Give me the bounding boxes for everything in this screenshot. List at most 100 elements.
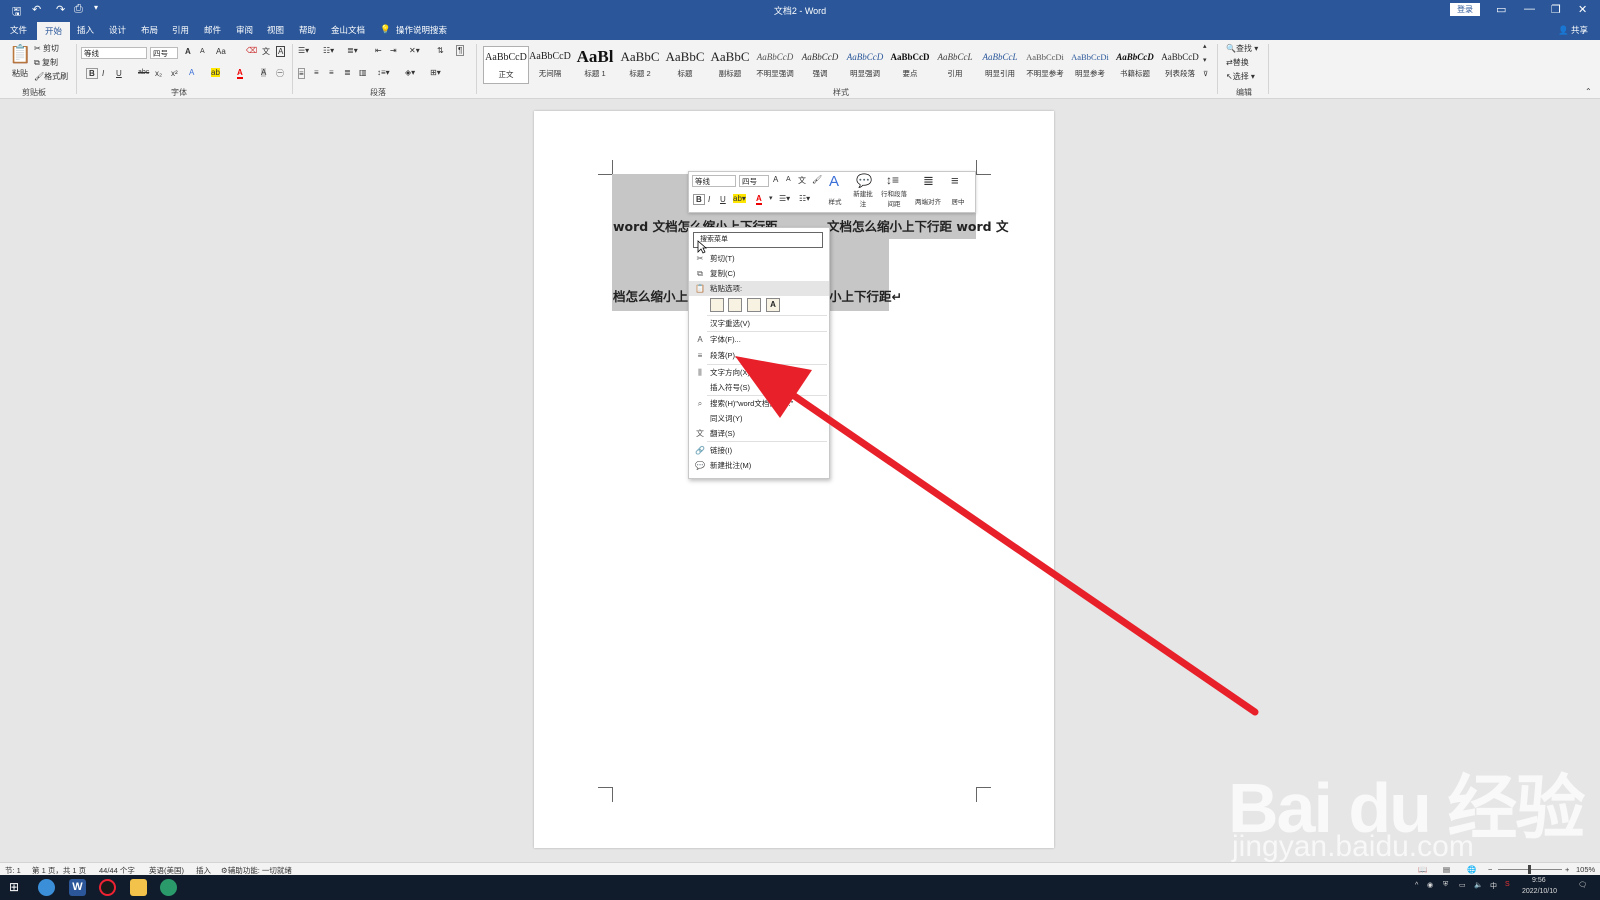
document-text-line[interactable]: 档怎么缩小上 bbox=[613, 286, 688, 305]
app-icon[interactable] bbox=[160, 879, 177, 896]
style-4[interactable]: AaBbC 标题 bbox=[663, 46, 707, 82]
tray-app-icon[interactable]: S bbox=[1505, 881, 1510, 888]
increase-indent-icon[interactable]: ⇥ bbox=[390, 46, 397, 55]
new-comment-icon[interactable]: 💬 bbox=[856, 173, 872, 189]
enclose-char-icon[interactable]: ㊀ bbox=[276, 68, 284, 79]
menu-item-font[interactable]: A 字体(F)... bbox=[689, 332, 829, 347]
show-marks-icon[interactable]: ¶ bbox=[456, 45, 465, 56]
screen-recorder-icon[interactable] bbox=[99, 879, 116, 896]
numbering-icon[interactable]: ☷▾ bbox=[323, 46, 334, 55]
mini-font-color-icon[interactable]: A bbox=[756, 194, 762, 205]
tab-review[interactable]: 审阅 bbox=[236, 24, 253, 36]
font-size-combo[interactable]: 四号 bbox=[150, 47, 178, 59]
menu-item-copy[interactable]: ⧉ 复制(C) bbox=[689, 266, 829, 281]
italic-button[interactable]: I bbox=[102, 69, 104, 78]
tab-file[interactable]: 文件 bbox=[10, 24, 27, 36]
zoom-level[interactable]: 105% bbox=[1576, 865, 1595, 874]
menu-item-reconvert[interactable]: 汉字重选(V) bbox=[689, 316, 829, 331]
word-app-icon[interactable]: W bbox=[69, 879, 86, 896]
style-9[interactable]: AaBbCcD 要点 bbox=[888, 46, 932, 82]
tab-help[interactable]: 帮助 bbox=[299, 24, 316, 36]
login-button[interactable]: 登录 bbox=[1450, 3, 1480, 16]
shrink-font-button[interactable]: A bbox=[200, 48, 205, 55]
zoom-slider-thumb[interactable] bbox=[1528, 865, 1531, 874]
menu-item-paragraph[interactable]: ≡ 段落(P)... bbox=[689, 348, 829, 363]
shading-icon[interactable]: ◈▾ bbox=[405, 68, 415, 77]
document-page[interactable]: word 文档怎么缩小上下行距 文档怎么缩小上下行距 word 文 档怎么缩小上… bbox=[534, 111, 1054, 848]
tab-layout[interactable]: 布局 bbox=[141, 24, 158, 36]
tab-view[interactable]: 视图 bbox=[267, 24, 284, 36]
tab-design[interactable]: 设计 bbox=[109, 24, 126, 36]
zoom-in-icon[interactable]: + bbox=[1565, 865, 1569, 874]
tab-mailings[interactable]: 邮件 bbox=[204, 24, 221, 36]
tab-kingsoft-docs[interactable]: 金山文档 bbox=[331, 24, 365, 36]
mini-underline-button[interactable]: U bbox=[720, 195, 726, 204]
style-11[interactable]: AaBbCcL 明显引用 bbox=[978, 46, 1022, 82]
style-14[interactable]: AaBbCcD 书籍标题 bbox=[1113, 46, 1157, 82]
paste-icon[interactable]: 📋 bbox=[9, 44, 31, 65]
justify-icon[interactable]: ≣ bbox=[923, 173, 934, 189]
phonetic-guide-icon[interactable]: 文 bbox=[262, 46, 270, 57]
mini-font-combo[interactable]: 等线 bbox=[692, 175, 736, 187]
copy-button[interactable]: ⧉ 复制 bbox=[34, 57, 58, 68]
print-layout-icon[interactable]: ▤ bbox=[1443, 865, 1450, 874]
distributed-icon[interactable]: ▥ bbox=[359, 68, 367, 77]
char-shading-icon[interactable]: A bbox=[261, 68, 267, 77]
text-effects-icon[interactable]: A bbox=[189, 68, 194, 77]
paste-merge-format-icon[interactable] bbox=[728, 298, 742, 312]
gallery-down-icon[interactable]: ▾ bbox=[1203, 56, 1207, 64]
tray-shield-icon[interactable]: ⛨ bbox=[1443, 881, 1448, 889]
gallery-up-icon[interactable]: ▴ bbox=[1203, 42, 1207, 50]
bullets-icon[interactable]: ☰▾ bbox=[298, 46, 309, 55]
change-case-button[interactable]: Aa bbox=[216, 47, 226, 56]
collapse-ribbon-icon[interactable]: ⌃ bbox=[1585, 87, 1592, 96]
style-13[interactable]: AaBbCcDi 明显参考 bbox=[1068, 46, 1112, 82]
mini-bullets-icon[interactable]: ☰▾ bbox=[779, 194, 790, 203]
align-center-icon[interactable]: ≡ bbox=[314, 68, 319, 77]
menu-item-cut[interactable]: ✂ 剪切(T) bbox=[689, 251, 829, 266]
mini-phonetic-icon[interactable]: 文 bbox=[798, 175, 806, 186]
style-7[interactable]: AaBbCcD 强调 bbox=[798, 46, 842, 82]
menu-search-input[interactable]: 搜索菜单 bbox=[693, 232, 823, 248]
strikethrough-button[interactable]: abc bbox=[138, 69, 149, 76]
mini-shrink-font-icon[interactable]: A bbox=[786, 176, 791, 183]
tell-me-search[interactable]: 操作说明搜索 bbox=[396, 24, 447, 36]
decrease-indent-icon[interactable]: ⇤ bbox=[375, 46, 382, 55]
clock-date[interactable]: 2022/10/10 bbox=[1522, 888, 1557, 895]
style-0[interactable]: AaBbCcD 正文 bbox=[483, 46, 529, 84]
multilevel-list-icon[interactable]: ≣▾ bbox=[347, 46, 358, 55]
tray-display-icon[interactable]: ▭ bbox=[1459, 881, 1466, 889]
tab-home[interactable]: 开始 bbox=[37, 22, 71, 40]
mini-grow-font-icon[interactable]: A bbox=[773, 175, 778, 184]
find-button[interactable]: 🔍查找 ▾ bbox=[1226, 43, 1258, 54]
mini-font-color-dropdown-icon[interactable]: ▾ bbox=[769, 194, 773, 202]
document-text-line[interactable]: 文档怎么缩小上下行距 word 文 bbox=[827, 216, 1008, 235]
notification-icon[interactable]: 🗨 bbox=[1578, 881, 1587, 889]
mini-line-spacing-label[interactable]: 行和段落间距 bbox=[878, 188, 910, 208]
cut-button[interactable]: ✂ 剪切 bbox=[34, 43, 59, 54]
styles-icon[interactable]: A bbox=[829, 173, 839, 190]
restore-icon[interactable]: ❐ bbox=[1551, 3, 1561, 16]
format-painter-button[interactable]: 🖌格式刷 bbox=[34, 71, 68, 82]
select-button[interactable]: ↖选择 ▾ bbox=[1226, 71, 1255, 82]
bold-button[interactable]: B bbox=[86, 68, 98, 79]
zoom-out-icon[interactable]: − bbox=[1488, 865, 1492, 874]
align-right-icon[interactable]: ≡ bbox=[329, 68, 334, 77]
center-icon[interactable]: ≡ bbox=[951, 173, 959, 188]
read-mode-icon[interactable]: 📖 bbox=[1418, 865, 1427, 874]
sort-icon[interactable]: ⇅ bbox=[437, 46, 444, 55]
file-explorer-icon[interactable] bbox=[130, 879, 147, 896]
mini-numbering-icon[interactable]: ☷▾ bbox=[799, 194, 810, 203]
style-6[interactable]: AaBbCcD 不明显强调 bbox=[753, 46, 797, 82]
font-name-combo[interactable]: 等线 bbox=[81, 47, 147, 59]
char-border-icon[interactable]: A bbox=[276, 46, 286, 57]
share-button[interactable]: 👤 共享 bbox=[1558, 24, 1588, 36]
style-12[interactable]: AaBbCcDi 不明显参考 bbox=[1023, 46, 1067, 82]
tab-insert[interactable]: 插入 bbox=[77, 24, 94, 36]
menu-item-synonyms[interactable]: 同义词(Y) bbox=[689, 411, 829, 426]
mini-highlight-icon[interactable]: ab▾ bbox=[733, 194, 746, 203]
web-layout-icon[interactable]: 🌐 bbox=[1467, 865, 1476, 874]
mini-italic-button[interactable]: I bbox=[708, 195, 710, 204]
tab-references[interactable]: 引用 bbox=[172, 24, 189, 36]
borders-icon[interactable]: ⊞▾ bbox=[430, 68, 441, 77]
